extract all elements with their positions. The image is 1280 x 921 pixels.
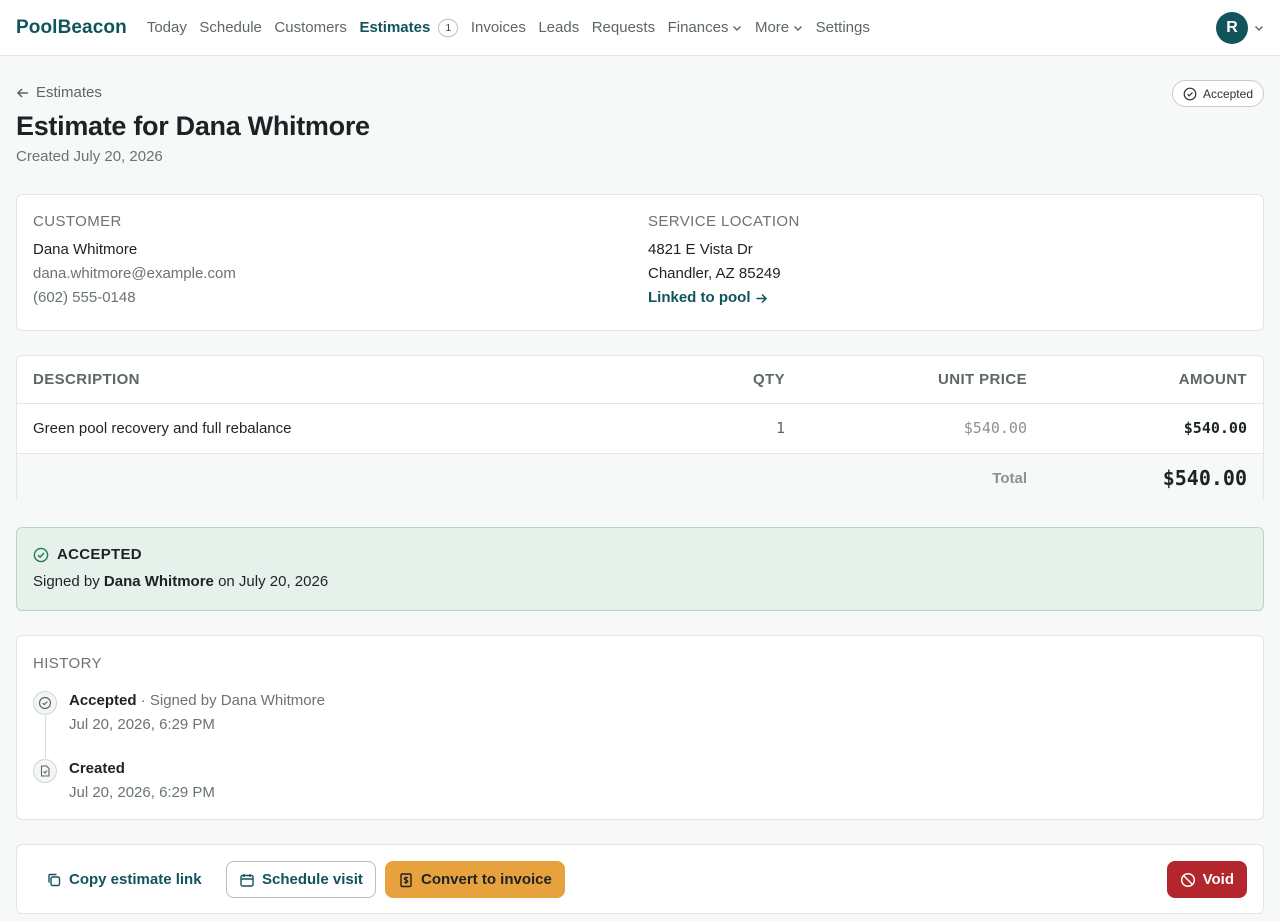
total-amount: $540.00 (1027, 452, 1263, 503)
link-label: Linked to pool (648, 289, 751, 306)
service-location-heading: SERVICE LOCATION (648, 213, 800, 230)
back-label: Estimates (36, 84, 102, 101)
table-row: Green pool recovery and full rebalance 1… (17, 403, 1263, 453)
customer-section: CUSTOMER Dana Whitmore dana.whitmore@exa… (33, 213, 236, 310)
accepted-banner: ACCEPTED Signed by Dana Whitmore on July… (16, 527, 1264, 611)
customer-name: Dana Whitmore (33, 241, 138, 258)
customer-heading: CUSTOMER (33, 213, 122, 230)
customer-phone: (602) 555-0148 (33, 289, 136, 306)
signer-name: Dana Whitmore (103, 573, 214, 590)
top-nav-bar: PoolBeacon Today Schedule Customers Esti… (0, 0, 1280, 56)
nav-item-customers[interactable]: Customers (274, 19, 347, 36)
nav-item-requests[interactable]: Requests (592, 19, 655, 36)
accepted-heading-text: ACCEPTED (57, 546, 142, 563)
page-title: Estimate for Dana Whitmore (16, 111, 370, 141)
history-timestamp: Jul 20, 2026, 6:29 PM (69, 716, 215, 733)
total-row: Total $540.00 (17, 452, 1263, 503)
total-label: Total (785, 452, 1027, 503)
signed-by-prefix: Signed by (33, 573, 100, 590)
status-badge: Accepted (1171, 80, 1264, 107)
nav-label: Settings (815, 19, 870, 36)
address-line-2: Chandler, AZ 85249 (648, 265, 781, 282)
schedule-visit-button[interactable]: Schedule visit (226, 861, 376, 898)
nav-item-settings[interactable]: Settings (816, 19, 870, 36)
history-connector-line (45, 716, 46, 758)
table-header-row: DESCRIPTION QTY UNIT PRICE AMOUNT (17, 356, 1263, 404)
chevron-down-icon (733, 25, 742, 31)
check-circle-icon (33, 691, 57, 715)
column-header-unit-price: UNIT PRICE (785, 356, 1027, 404)
chevron-down-icon (1255, 26, 1263, 31)
check-circle-icon (1183, 87, 1197, 100)
nav-label: More (754, 19, 790, 36)
history-title: Created (69, 760, 125, 777)
signed-date: on July 20, 2026 (218, 573, 329, 590)
estimates-count-badge: 1 (438, 18, 459, 37)
convert-to-invoice-button[interactable]: Convert to invoice (385, 861, 565, 898)
item-description: Green pool recovery and full rebalance (33, 419, 292, 437)
customer-card: CUSTOMER Dana Whitmore dana.whitmore@exa… (16, 194, 1264, 331)
column-header-description: DESCRIPTION (17, 356, 675, 404)
button-label: Schedule visit (262, 871, 363, 888)
line-items-table: DESCRIPTION QTY UNIT PRICE AMOUNT Green … (17, 356, 1263, 503)
button-label: Copy estimate link (69, 871, 202, 888)
avatar: R (1216, 12, 1248, 44)
user-menu[interactable]: R (1216, 12, 1264, 44)
arrow-right-icon (756, 293, 767, 303)
copy-estimate-link-button[interactable]: Copy estimate link (33, 861, 215, 898)
linked-to-pool-link[interactable]: Linked to pool (648, 286, 768, 310)
address-line-1: 4821 E Vista Dr (648, 241, 753, 258)
nav-item-more[interactable]: More (755, 19, 803, 36)
void-button[interactable]: Void (1166, 861, 1247, 898)
invoice-dollar-icon (400, 872, 412, 887)
signed-by-text: Signed by Dana Whitmore on July 20, 2026 (33, 573, 328, 590)
button-label: Void (1202, 871, 1234, 888)
nav-label: Leads (538, 19, 580, 36)
nav-item-invoices[interactable]: Invoices (471, 19, 526, 36)
history-heading: HISTORY (33, 655, 102, 672)
button-label: Convert to invoice (421, 871, 552, 888)
history-card: HISTORY Accepted · Signed by Dana Whitmo… (16, 635, 1264, 820)
line-items-card: DESCRIPTION QTY UNIT PRICE AMOUNT Green … (16, 355, 1264, 503)
column-header-amount: AMOUNT (1027, 356, 1263, 404)
chevron-down-icon (794, 25, 803, 31)
nav-item-schedule[interactable]: Schedule (199, 19, 262, 36)
created-date: Created July 20, 2026 (16, 148, 163, 165)
history-detail: · Signed by Dana Whitmore (140, 692, 325, 709)
item-qty: 1 (775, 419, 785, 437)
document-icon (33, 759, 57, 783)
nav-label: Today (146, 19, 187, 36)
copy-icon (48, 873, 61, 886)
nav-label: Finances (667, 19, 729, 36)
brand-logo[interactable]: PoolBeacon (16, 17, 127, 39)
check-circle-icon (33, 547, 49, 562)
ban-icon (1180, 872, 1195, 887)
item-amount: $540.00 (1183, 419, 1247, 437)
nav-label: Requests (591, 19, 656, 36)
item-unit-price: $540.00 (963, 419, 1027, 437)
nav-label: Customers (274, 19, 347, 36)
nav-item-today[interactable]: Today (147, 19, 187, 36)
status-label: Accepted (1202, 86, 1253, 101)
arrow-left-icon (16, 87, 28, 98)
nav-item-finances[interactable]: Finances (668, 19, 743, 36)
service-location-section: SERVICE LOCATION 4821 E Vista Dr Chandle… (648, 213, 800, 310)
actions-bar: Copy estimate link Schedule visit Conver… (16, 844, 1264, 914)
back-to-estimates-link[interactable]: Estimates (16, 84, 102, 101)
nav-label: Invoices (470, 19, 526, 36)
calendar-icon (240, 873, 254, 887)
nav-item-leads[interactable]: Leads (538, 19, 579, 36)
history-timestamp: Jul 20, 2026, 6:29 PM (69, 784, 215, 801)
nav-item-estimates[interactable]: Estimates 1 (359, 18, 459, 37)
nav-label: Estimates (359, 19, 431, 36)
history-title: Accepted (69, 692, 137, 709)
customer-email: dana.whitmore@example.com (33, 265, 236, 282)
accepted-heading: ACCEPTED (33, 546, 142, 563)
main-nav: Today Schedule Customers Estimates 1 Inv… (147, 18, 870, 37)
column-header-qty: QTY (675, 356, 785, 404)
nav-label: Schedule (199, 19, 262, 36)
